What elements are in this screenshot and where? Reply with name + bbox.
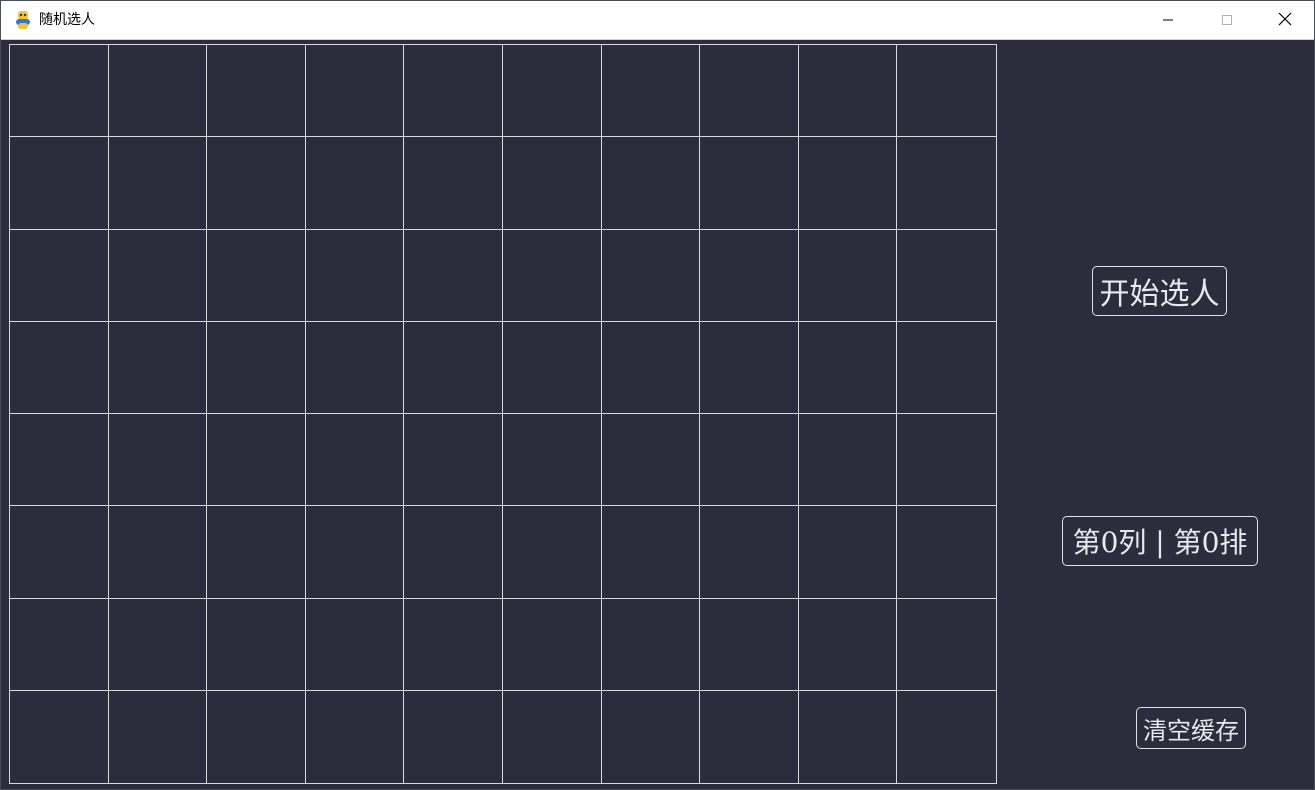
seat-cell [305,45,405,138]
start-pick-button[interactable]: 开始选人 [1092,266,1227,316]
seat-grid [9,44,997,784]
seat-cell [10,414,109,507]
title-bar[interactable]: 随机选人 [1,1,1314,40]
seat-cell [404,690,503,783]
close-icon [1278,11,1292,30]
seat-cell [10,229,109,322]
close-button[interactable] [1256,1,1314,39]
app-window: 随机选人 开始选人 第0列 | 第0排 清空缓存 [0,0,1315,790]
seat-cell [799,690,898,783]
seat-cell [502,506,602,599]
minimize-icon [1162,11,1174,30]
seat-cell [897,137,996,230]
seat-cell [897,599,996,691]
seat-cell [207,414,306,507]
seat-cell [305,137,405,230]
seat-cell [10,690,109,783]
seat-cell [798,45,898,138]
seat-cell [700,45,799,138]
seat-cell [404,414,503,507]
seat-cell [700,137,799,230]
seat-cell [10,506,109,599]
seat-cell [601,414,701,507]
seat-cell [207,506,306,599]
seat-cell [10,45,109,138]
seat-cell [502,414,602,507]
seat-cell [207,690,306,783]
seat-cell [897,506,996,599]
seat-cell [108,45,208,138]
seat-cell [306,690,405,783]
seat-cell [207,45,306,138]
seat-cell [305,229,405,322]
seat-cell [305,414,405,507]
seat-cell [207,598,306,691]
seat-cell [10,137,109,230]
seat-cell [305,321,405,414]
maximize-button[interactable] [1198,1,1256,39]
seat-cell [798,506,898,599]
seat-cell [503,690,602,783]
seat-cell [700,598,799,691]
seat-cell [108,414,208,507]
seat-cell [404,229,503,322]
seat-cell [10,321,109,414]
seat-cell [601,321,701,414]
seat-cell [601,598,701,691]
seat-cell [602,690,701,783]
seat-cell [897,691,996,783]
seat-cell [798,137,898,230]
clear-cache-button[interactable]: 清空缓存 [1136,707,1246,749]
python-snake-icon [13,10,33,30]
seat-cell [108,229,208,322]
seat-cell [700,506,799,599]
seat-cell [897,414,996,507]
window-title: 随机选人 [39,12,95,28]
seat-cell [502,598,602,691]
seat-cell [601,45,701,138]
seat-cell [108,321,208,414]
result-display: 第0列 | 第0排 [1062,516,1258,566]
seat-cell [798,229,898,322]
seat-cell [897,230,996,322]
maximize-icon [1221,11,1233,30]
seat-cell [404,598,503,691]
seat-cell [108,137,208,230]
seat-cell [601,229,701,322]
seat-cell [207,321,306,414]
seat-cell [601,506,701,599]
seat-cell [798,321,898,414]
seat-cell [897,45,996,138]
seat-cell [404,137,503,230]
seat-cell [700,690,799,783]
seat-cell [700,321,799,414]
seat-cell [109,690,208,783]
seat-cell [897,322,996,414]
seat-cell [502,45,602,138]
seat-cell [305,598,405,691]
seat-cell [798,598,898,691]
seat-cell [108,506,208,599]
seat-cell [798,414,898,507]
minimize-button[interactable] [1139,1,1197,39]
seat-cell [700,229,799,322]
seat-cell [404,45,503,138]
seat-cell [502,137,602,230]
seat-cell [700,414,799,507]
seat-cell [207,137,306,230]
seat-cell [305,506,405,599]
seat-cell [10,598,109,691]
seat-cell [502,321,602,414]
seat-cell [108,598,208,691]
seat-cell [404,321,503,414]
seat-cell [207,229,306,322]
seat-cell [601,137,701,230]
seat-cell [404,506,503,599]
seat-cell [502,229,602,322]
